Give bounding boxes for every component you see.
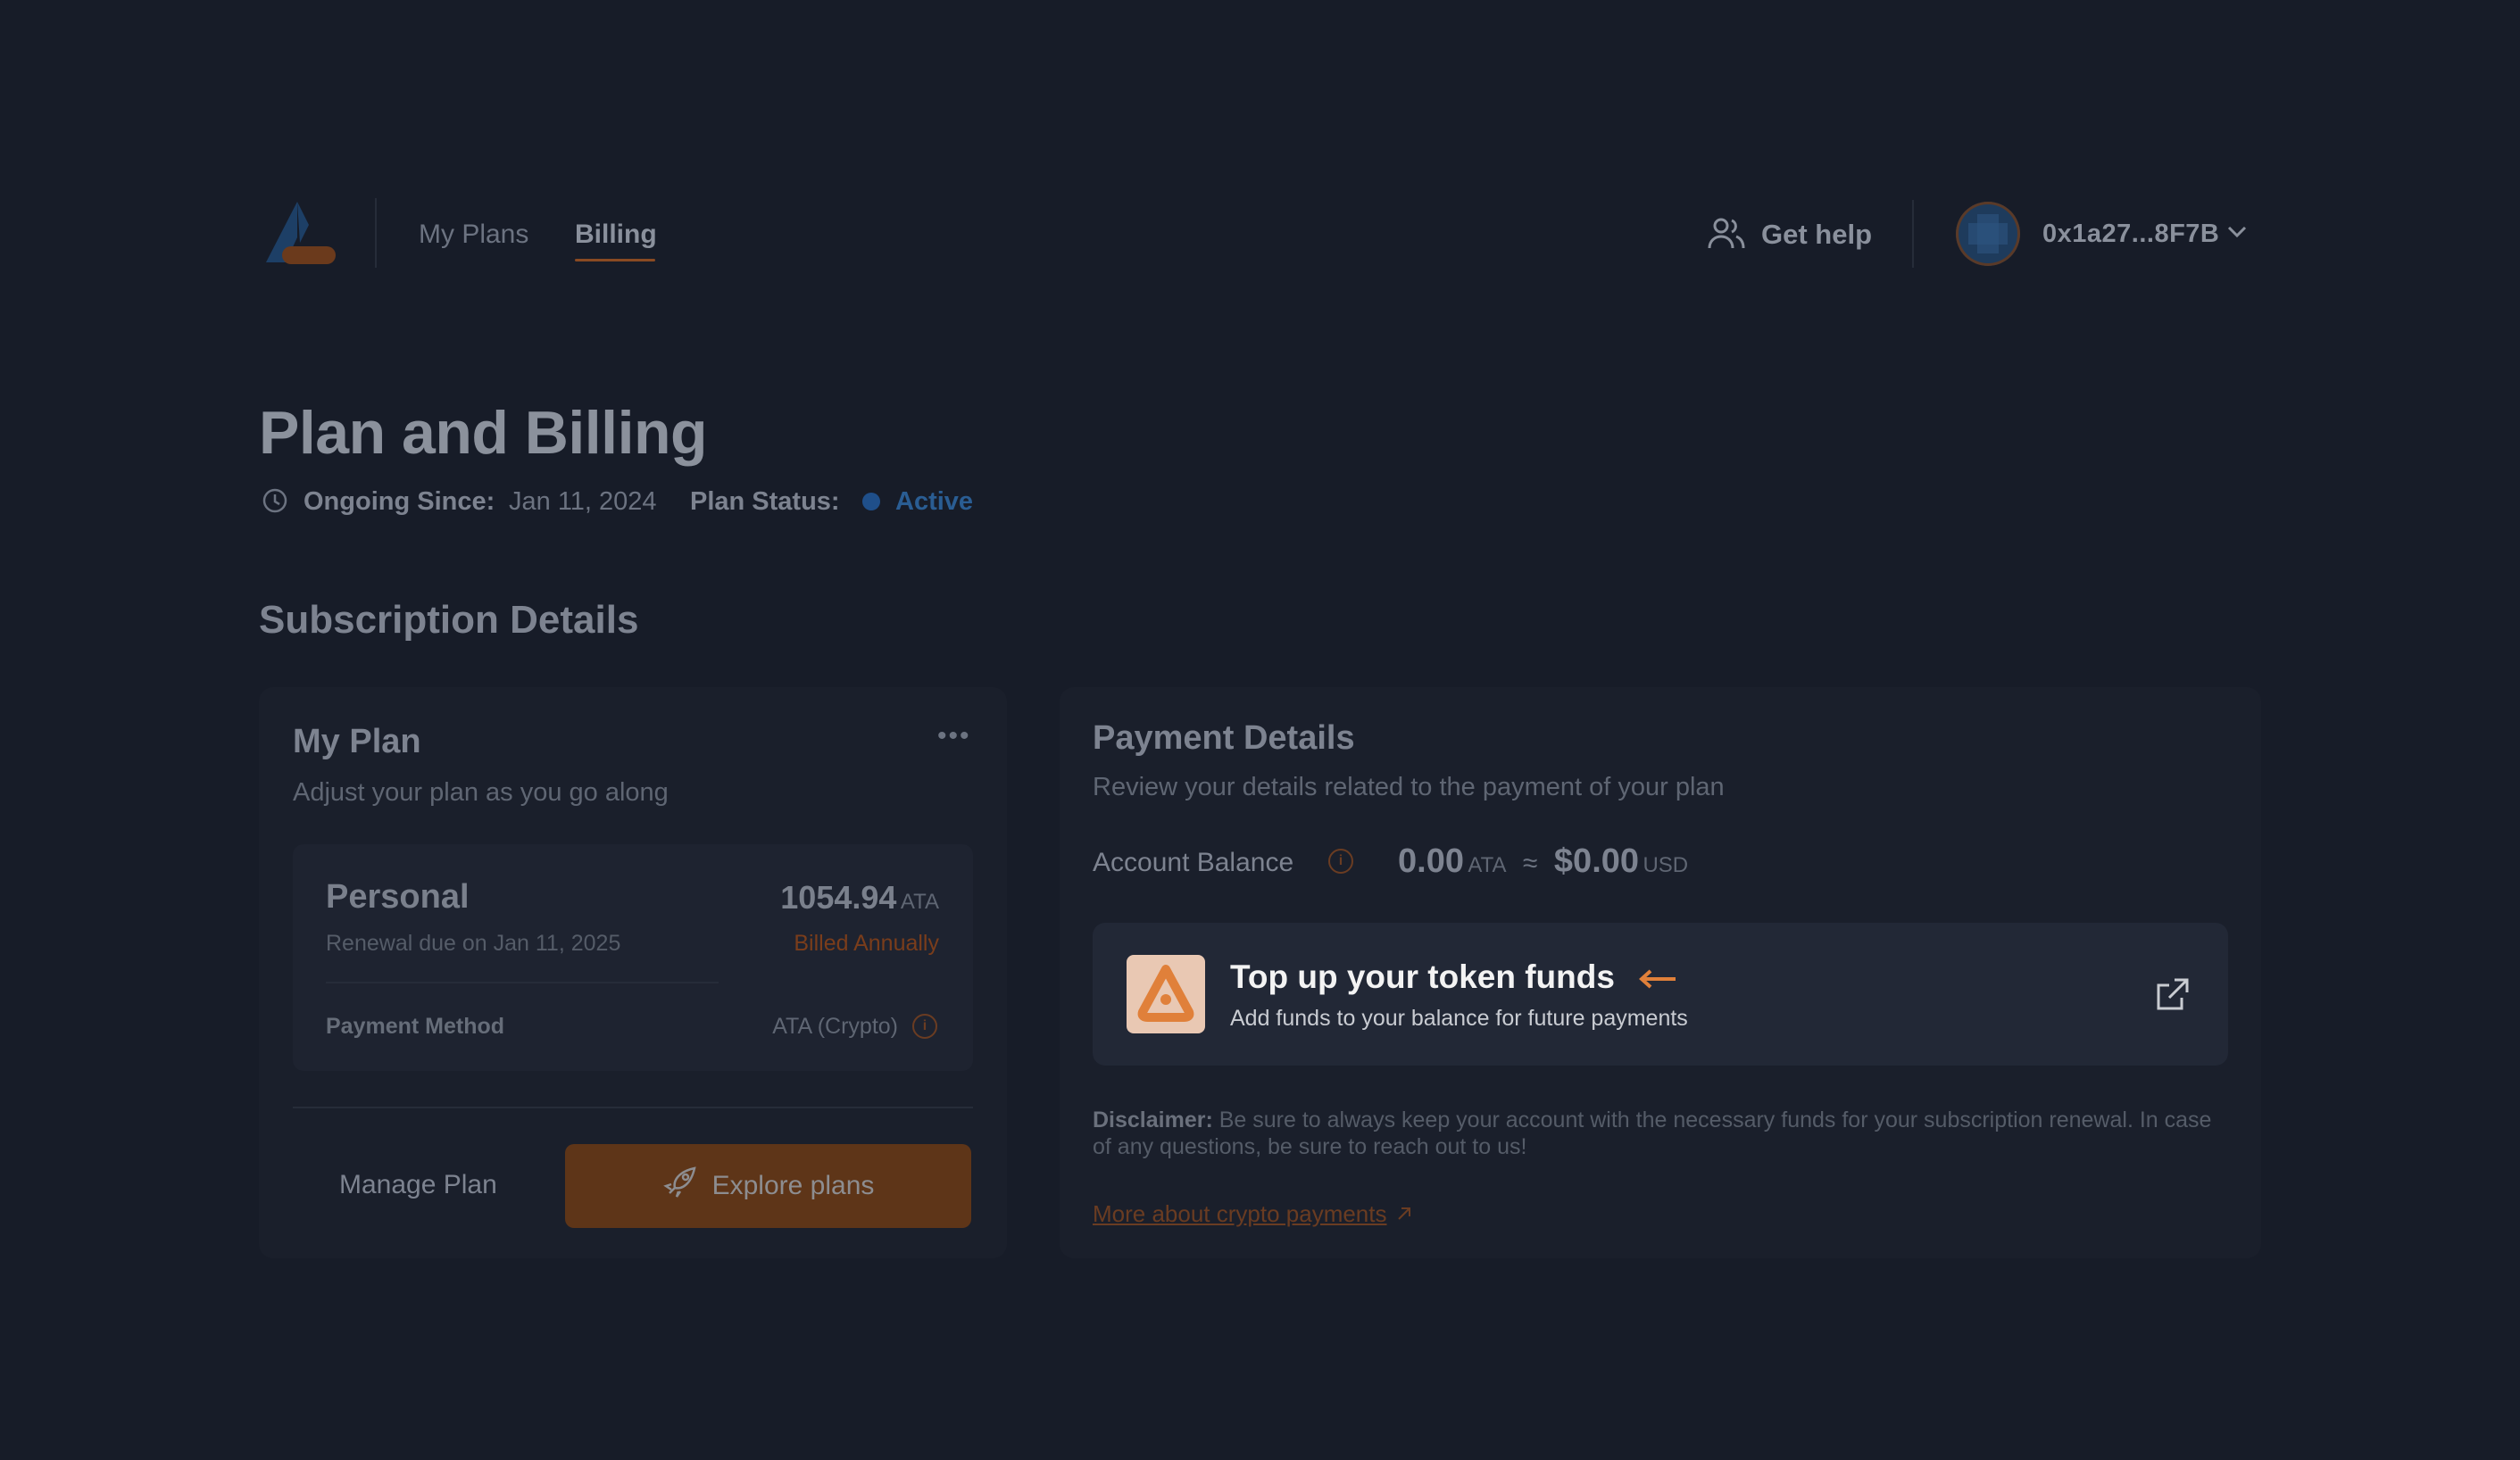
explore-plans-button[interactable]: Explore plans bbox=[565, 1144, 971, 1228]
balance-token-unit: ATA bbox=[1468, 853, 1507, 877]
account-balance-label: Account Balance bbox=[1093, 848, 1294, 877]
disclaimer-text: Be sure to always keep your account with… bbox=[1093, 1107, 2212, 1159]
arrow-up-right-icon bbox=[1396, 1206, 1412, 1226]
section-title: Subscription Details bbox=[259, 598, 639, 642]
wallet-address[interactable]: 0x1a27...8F7B bbox=[2042, 220, 2219, 249]
topup-title: Top up your token funds bbox=[1230, 958, 1677, 998]
my-plan-title: My Plan bbox=[293, 723, 421, 760]
nav-my-plans[interactable]: My Plans bbox=[419, 220, 528, 250]
crypto-payments-link-text[interactable]: More about crypto payments bbox=[1093, 1200, 1387, 1227]
account-balance: 0.00 ATA ≈ $0.00 USD bbox=[1398, 842, 1688, 881]
status-dot bbox=[862, 493, 880, 510]
balance-token-value: 0.00 bbox=[1398, 842, 1464, 880]
help-icon[interactable] bbox=[1708, 216, 1745, 256]
payment-method-value: ATA (Crypto) bbox=[772, 1014, 898, 1039]
approx-sign: ≈ bbox=[1523, 849, 1538, 878]
crypto-payments-link[interactable]: More about crypto payments bbox=[1093, 1200, 1412, 1228]
plan-price-unit: ATA bbox=[900, 890, 939, 914]
payment-details-title: Payment Details bbox=[1093, 719, 1355, 757]
payment-details-subtitle: Review your details related to the payme… bbox=[1093, 773, 1725, 801]
disclaimer-label: Disclaimer: bbox=[1093, 1107, 1213, 1132]
more-options-icon[interactable]: ••• bbox=[937, 721, 971, 751]
clock-icon bbox=[262, 487, 288, 518]
balance-usd-unit: USD bbox=[1643, 853, 1689, 877]
status-badge: Active bbox=[895, 487, 974, 516]
manage-plan-button[interactable]: Manage Plan bbox=[339, 1170, 497, 1200]
plan-price: 1054.94 ATA bbox=[780, 879, 939, 917]
rocket-icon bbox=[662, 1165, 698, 1207]
balance-info-icon[interactable]: i bbox=[1328, 849, 1353, 874]
token-logo-icon bbox=[1127, 955, 1205, 1033]
card-divider bbox=[293, 1107, 973, 1108]
ongoing-since-label: Ongoing Since: bbox=[304, 487, 495, 516]
get-help-link[interactable]: Get help bbox=[1761, 219, 1872, 251]
my-plan-subtitle: Adjust your plan as you go along bbox=[293, 778, 669, 807]
explore-plans-label: Explore plans bbox=[711, 1171, 875, 1200]
app-logo[interactable] bbox=[259, 198, 336, 270]
renewal-date: Renewal due on Jan 11, 2025 bbox=[326, 931, 621, 956]
page-title: Plan and Billing bbox=[259, 399, 708, 467]
nav-active-indicator bbox=[575, 259, 655, 261]
disclaimer: Disclaimer: Be sure to always keep your … bbox=[1093, 1107, 2228, 1160]
plan-name: Personal bbox=[326, 878, 470, 916]
plan-status-label: Plan Status: bbox=[690, 487, 840, 516]
billing-cycle: Billed Annually bbox=[794, 931, 939, 956]
topup-title-text: Top up your token funds bbox=[1230, 958, 1615, 995]
external-link-icon[interactable] bbox=[2153, 976, 2191, 1018]
info-icon[interactable]: i bbox=[912, 1014, 937, 1039]
plan-price-value: 1054.94 bbox=[780, 879, 897, 916]
payment-method-label: Payment Method bbox=[326, 1014, 505, 1039]
nav-billing[interactable]: Billing bbox=[575, 220, 657, 250]
header-divider-right bbox=[1912, 200, 1914, 268]
arrow-left-icon bbox=[1638, 960, 1677, 998]
ongoing-since-value: Jan 11, 2024 bbox=[509, 487, 657, 516]
header-divider bbox=[375, 198, 377, 268]
plan-divider bbox=[326, 982, 719, 983]
balance-usd-value: $0.00 bbox=[1553, 842, 1640, 880]
chevron-down-icon[interactable] bbox=[2226, 225, 2248, 244]
topup-subtitle: Add funds to your balance for future pay… bbox=[1230, 1006, 1688, 1031]
avatar[interactable] bbox=[1956, 202, 2020, 266]
